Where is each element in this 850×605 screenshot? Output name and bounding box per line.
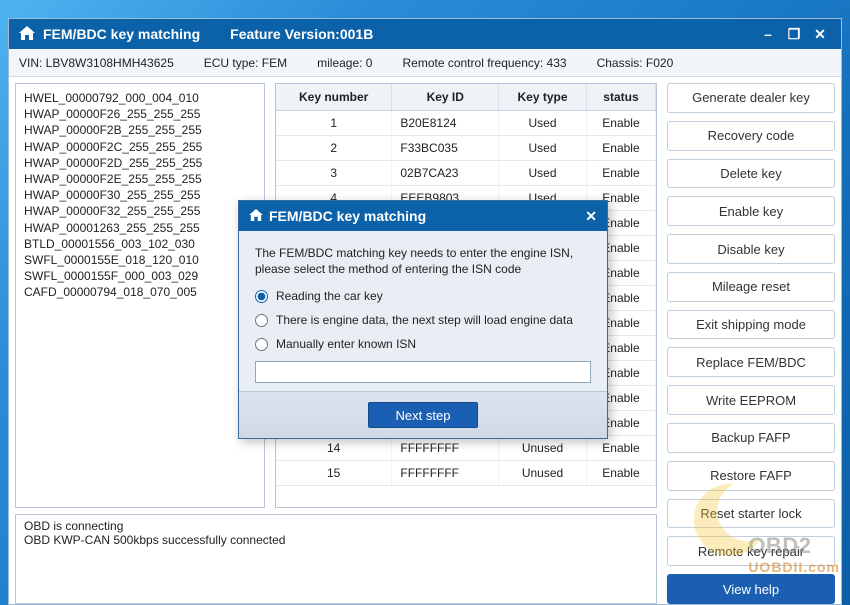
isn-modal: FEM/BDC key matching ✕ The FEM/BDC match…	[238, 200, 608, 439]
cell-key-id: B20E8124	[392, 111, 499, 136]
list-item[interactable]: HWAP_00001263_255_255_255	[24, 220, 256, 236]
cell-key-number: 3	[276, 161, 392, 186]
cell-key-type: Used	[499, 111, 587, 136]
replace-fem-bdc-button[interactable]: Replace FEM/BDC	[667, 347, 835, 377]
modal-titlebar: FEM/BDC key matching ✕	[239, 201, 607, 231]
list-item[interactable]: HWAP_00000F2B_255_255_255	[24, 122, 256, 138]
generate-dealer-key-button[interactable]: Generate dealer key	[667, 83, 835, 113]
ecu-label: ECU type: FEM	[204, 56, 287, 70]
home-icon	[249, 208, 263, 224]
log-output: OBD is connecting OBD KWP-CAN 500kbps su…	[15, 514, 657, 604]
cell-key-type: Unused	[499, 461, 587, 486]
modal-close-button[interactable]: ✕	[585, 208, 597, 225]
maximize-button[interactable]: ❐	[783, 23, 805, 45]
home-icon	[19, 26, 35, 43]
col-key-id: Key ID	[392, 84, 499, 111]
isn-input[interactable]	[255, 361, 591, 383]
list-item[interactable]: SWFL_0000155F_000_003_029	[24, 268, 256, 284]
radio-engine-data-input[interactable]	[255, 314, 268, 327]
recovery-code-button[interactable]: Recovery code	[667, 121, 835, 151]
chassis-label: Chassis: F020	[597, 56, 674, 70]
list-item[interactable]: HWAP_00000F2D_255_255_255	[24, 155, 256, 171]
radio-read-car-key-input[interactable]	[255, 290, 268, 303]
cell-status: Enable	[586, 111, 655, 136]
cell-status: Enable	[586, 161, 655, 186]
app-title: FEM/BDC key matching	[43, 26, 200, 42]
module-list[interactable]: HWEL_00000792_000_004_010HWAP_00000F26_2…	[15, 83, 265, 508]
titlebar: FEM/BDC key matching Feature Version:001…	[9, 19, 841, 49]
list-item[interactable]: BTLD_00001556_003_102_030	[24, 236, 256, 252]
mileage-reset-button[interactable]: Mileage reset	[667, 272, 835, 302]
cell-key-type: Used	[499, 136, 587, 161]
radio-read-car-key[interactable]: Reading the car key	[255, 289, 591, 303]
radio-engine-data[interactable]: There is engine data, the next step will…	[255, 313, 591, 327]
log-line: OBD is connecting	[24, 519, 648, 533]
modal-message: The FEM/BDC matching key needs to enter …	[255, 245, 591, 277]
table-row[interactable]: 2F33BC035UsedEnable	[276, 136, 656, 161]
cell-status: Enable	[586, 136, 655, 161]
col-key-number: Key number	[276, 84, 392, 111]
list-item[interactable]: HWAP_00000F30_255_255_255	[24, 187, 256, 203]
cell-key-number: 2	[276, 136, 392, 161]
cell-key-number: 1	[276, 111, 392, 136]
cell-status: Enable	[586, 461, 655, 486]
list-item[interactable]: HWAP_00000F32_255_255_255	[24, 203, 256, 219]
view-help-button[interactable]: View help	[667, 574, 835, 604]
restore-fafp-button[interactable]: Restore FAFP	[667, 461, 835, 491]
action-panel: Generate dealer key Recovery code Delete k…	[667, 83, 835, 604]
minimize-button[interactable]: –	[757, 23, 779, 45]
cell-key-type: Used	[499, 161, 587, 186]
cell-key-id: FFFFFFFF	[392, 461, 499, 486]
col-key-type: Key type	[499, 84, 587, 111]
mileage-label: mileage: 0	[317, 56, 372, 70]
write-eeprom-button[interactable]: Write EEPROM	[667, 385, 835, 415]
list-item[interactable]: CAFD_00000794_018_070_005	[24, 284, 256, 300]
cell-key-id: 02B7CA23	[392, 161, 499, 186]
col-status: status	[586, 84, 655, 111]
cell-key-id: F33BC035	[392, 136, 499, 161]
list-item[interactable]: HWAP_00000F2E_255_255_255	[24, 171, 256, 187]
vin-label: VIN: LBV8W3108HMH43625	[19, 56, 174, 70]
list-item[interactable]: HWEL_00000792_000_004_010	[24, 90, 256, 106]
next-step-button[interactable]: Next step	[368, 402, 478, 428]
table-row[interactable]: 1B20E8124UsedEnable	[276, 111, 656, 136]
radio-manual-isn[interactable]: Manually enter known ISN	[255, 337, 591, 351]
list-item[interactable]: HWAP_00000F26_255_255_255	[24, 106, 256, 122]
freq-label: Remote control frequency: 433	[402, 56, 566, 70]
info-bar: VIN: LBV8W3108HMH43625 ECU type: FEM mil…	[9, 49, 841, 77]
enable-key-button[interactable]: Enable key	[667, 196, 835, 226]
modal-title: FEM/BDC key matching	[269, 208, 426, 224]
table-row[interactable]: 15FFFFFFFFUnusedEnable	[276, 461, 656, 486]
table-row[interactable]: 302B7CA23UsedEnable	[276, 161, 656, 186]
exit-shipping-mode-button[interactable]: Exit shipping mode	[667, 310, 835, 340]
cell-key-number: 15	[276, 461, 392, 486]
list-item[interactable]: HWAP_00000F2C_255_255_255	[24, 139, 256, 155]
radio-manual-isn-input[interactable]	[255, 338, 268, 351]
list-item[interactable]: SWFL_0000155E_018_120_010	[24, 252, 256, 268]
reset-starter-lock-button[interactable]: Reset starter lock	[667, 499, 835, 529]
remote-key-repair-button[interactable]: Remote key repair	[667, 536, 835, 566]
delete-key-button[interactable]: Delete key	[667, 159, 835, 189]
backup-fafp-button[interactable]: Backup FAFP	[667, 423, 835, 453]
log-line: OBD KWP-CAN 500kbps successfully connect…	[24, 533, 648, 547]
disable-key-button[interactable]: Disable key	[667, 234, 835, 264]
close-button[interactable]: ✕	[809, 23, 831, 45]
feature-version: Feature Version:001B	[230, 26, 373, 42]
